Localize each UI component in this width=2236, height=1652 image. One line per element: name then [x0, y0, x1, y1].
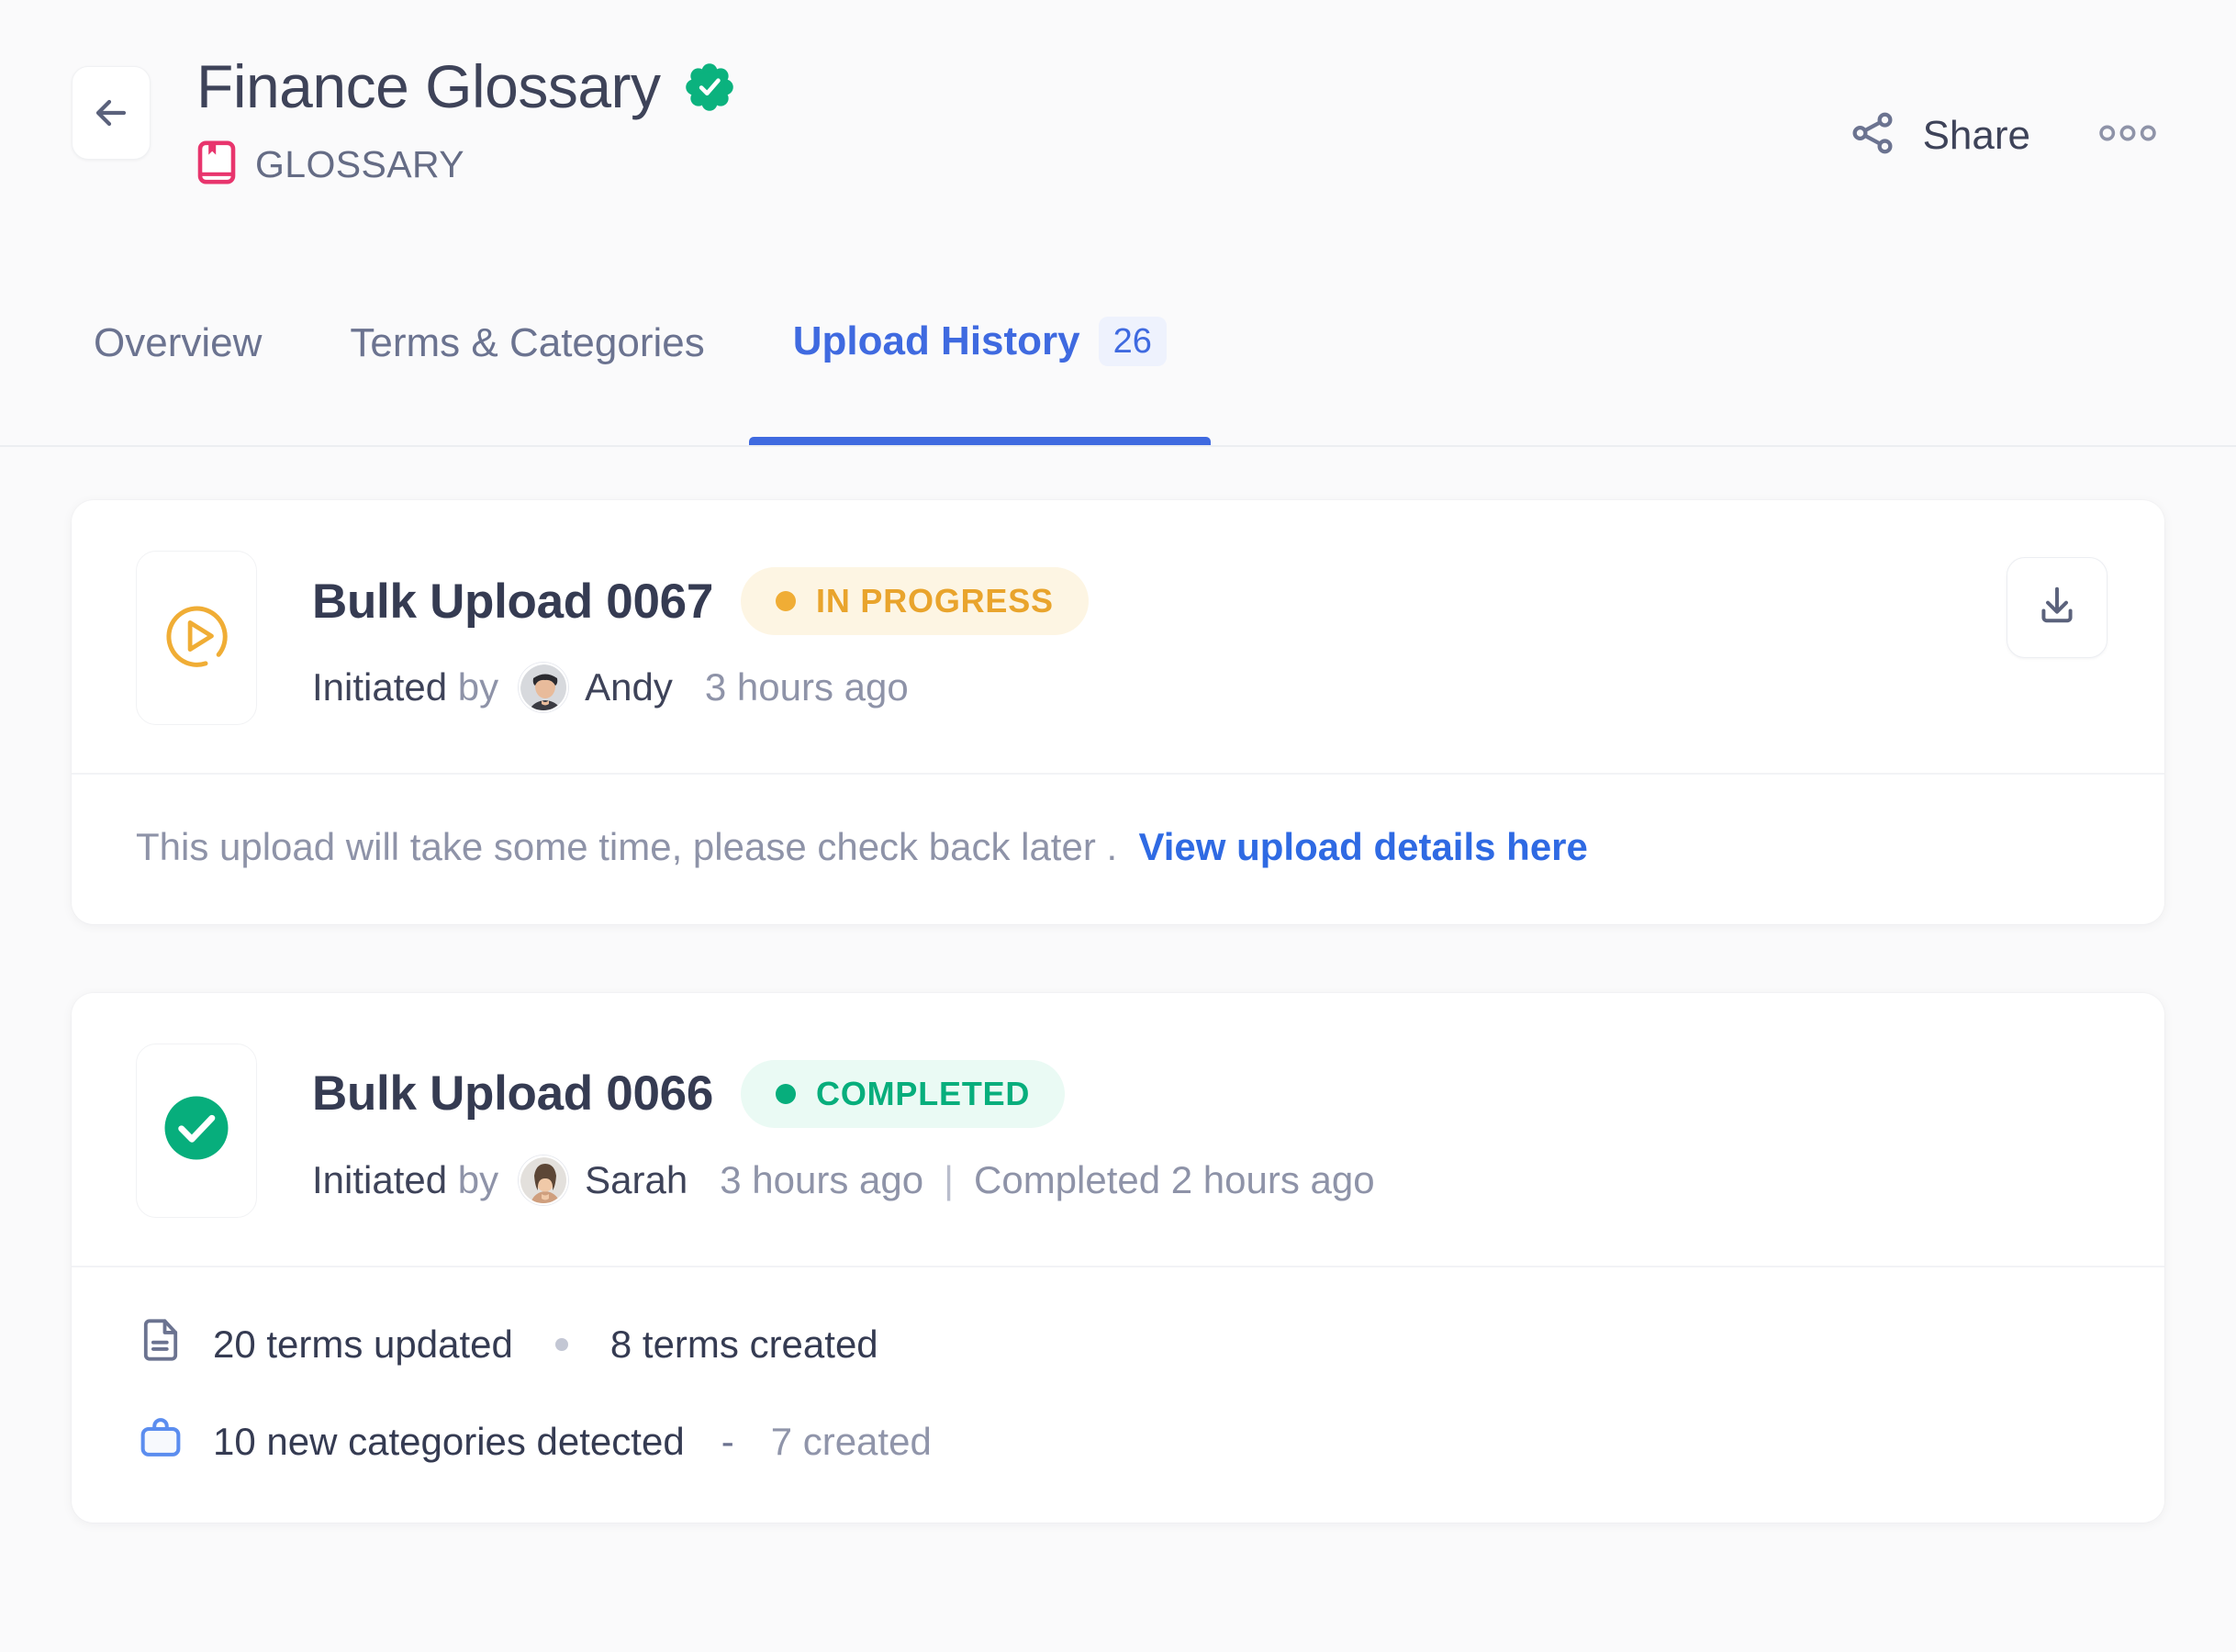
status-dot-icon: [776, 1083, 797, 1104]
download-icon: [2034, 583, 2080, 633]
verified-badge-icon: [685, 62, 734, 117]
share-label: Share: [1922, 112, 2030, 158]
status-badge-completed: COMPLETED: [741, 1059, 1066, 1128]
avatar: [519, 663, 569, 712]
upload-card-0066: Bulk Upload 0066 COMPLETED Initiated by: [72, 992, 2164, 1523]
categories-created-text: 7 created: [770, 1419, 932, 1463]
briefcase-icon: [136, 1412, 185, 1471]
status-badge-label: COMPLETED: [816, 1074, 1031, 1112]
title-block: Finance Glossary GLOSSARY: [196, 53, 734, 189]
upload-note: This upload will take some time, please …: [136, 822, 2100, 873]
terms-created-text: 8 terms created: [609, 1322, 878, 1366]
upload-card-main: Bulk Upload 0067 IN PROGRESS Initiated b…: [312, 551, 2107, 712]
tab-upload-history-badge: 26: [1098, 317, 1167, 366]
upload-title-row: Bulk Upload 0067 IN PROGRESS: [312, 567, 2107, 635]
download-button[interactable]: [2007, 557, 2107, 658]
upload-card-header: Bulk Upload 0066 COMPLETED Initiated by: [72, 993, 2164, 1266]
asset-type-label: GLOSSARY: [255, 142, 465, 185]
view-upload-details-link[interactable]: View upload details here: [1139, 825, 1588, 868]
share-button[interactable]: Share: [1848, 108, 2030, 162]
header-actions: Share: [1848, 108, 2157, 162]
check-circle-icon: [154, 1086, 239, 1175]
title-row: Finance Glossary: [196, 53, 734, 120]
status-dot-icon: [776, 591, 797, 611]
upload-history-list: Bulk Upload 0067 IN PROGRESS Initiated b…: [0, 447, 2236, 1523]
stat-dash: -: [721, 1419, 734, 1463]
upload-completed-time: Completed 2 hours ago: [974, 1157, 1375, 1201]
initiated-by-word: by: [457, 1157, 499, 1201]
initiator-name: Sarah: [585, 1157, 688, 1201]
play-progress-icon: [154, 594, 239, 683]
status-badge-in-progress: IN PROGRESS: [741, 567, 1089, 635]
page-header: Finance Glossary GLOSSARY Share Overview…: [0, 0, 2236, 447]
upload-title: Bulk Upload 0067: [312, 574, 714, 629]
asset-type-row: GLOSSARY: [196, 140, 734, 189]
upload-note-text: This upload will take some time, please …: [136, 825, 1118, 868]
initiator-name: Andy: [585, 665, 673, 709]
terms-updated-text: 20 terms updated: [213, 1322, 513, 1366]
upload-card-body: This upload will take some time, please …: [72, 773, 2164, 924]
avatar: [519, 1155, 569, 1205]
status-badge-label: IN PROGRESS: [816, 582, 1054, 620]
upload-card-main: Bulk Upload 0066 COMPLETED Initiated by: [312, 1044, 2107, 1205]
initiated-by-word: by: [457, 665, 499, 709]
upload-status-tile: [136, 551, 257, 725]
upload-meta-row: Initiated by: [312, 1155, 2107, 1205]
app-root: Finance Glossary GLOSSARY Share Overview…: [0, 0, 2236, 1652]
arrow-left-icon: [89, 91, 133, 135]
document-icon: [136, 1315, 185, 1374]
upload-card-0067: Bulk Upload 0067 IN PROGRESS Initiated b…: [72, 500, 2164, 924]
upload-card-header: Bulk Upload 0067 IN PROGRESS Initiated b…: [72, 500, 2164, 773]
categories-detected-text: 10 new categories detected: [213, 1419, 685, 1463]
upload-started-time: 3 hours ago: [704, 665, 909, 709]
book-icon: [196, 140, 237, 189]
page-title: Finance Glossary: [196, 52, 661, 120]
initiated-prefix: Initiated: [312, 665, 448, 709]
more-horizontal-icon: [2098, 121, 2157, 150]
upload-started-time: 3 hours ago: [720, 1157, 924, 1201]
stat-row-categories: 10 new categories detected - 7 created: [136, 1412, 2100, 1471]
back-button[interactable]: [72, 66, 151, 160]
active-tab-underline: [748, 437, 1211, 445]
share-nodes-icon: [1848, 108, 1897, 162]
stat-separator-dot: [554, 1337, 568, 1351]
tab-terms-categories-label: Terms & Categories: [350, 320, 705, 365]
upload-card-body: 20 terms updated 8 terms created 10 new …: [72, 1265, 2164, 1523]
tab-terms-categories[interactable]: Terms & Categories: [306, 320, 748, 445]
upload-title-row: Bulk Upload 0066 COMPLETED: [312, 1059, 2107, 1128]
upload-meta-row: Initiated by: [312, 663, 2107, 712]
stat-row-terms: 20 terms updated 8 terms created: [136, 1315, 2100, 1374]
upload-status-tile: [136, 1043, 257, 1218]
upload-title: Bulk Upload 0066: [312, 1066, 714, 1122]
tab-overview-label: Overview: [94, 320, 263, 365]
tab-upload-history[interactable]: Upload History 26: [748, 317, 1211, 445]
tab-bar: Overview Terms & Categories Upload Histo…: [72, 317, 1211, 445]
more-options-button[interactable]: [2098, 121, 2157, 150]
tab-upload-history-label: Upload History: [792, 318, 1080, 363]
tab-overview[interactable]: Overview: [72, 320, 306, 445]
initiated-prefix: Initiated: [312, 1157, 448, 1201]
meta-separator: |: [944, 1157, 954, 1201]
